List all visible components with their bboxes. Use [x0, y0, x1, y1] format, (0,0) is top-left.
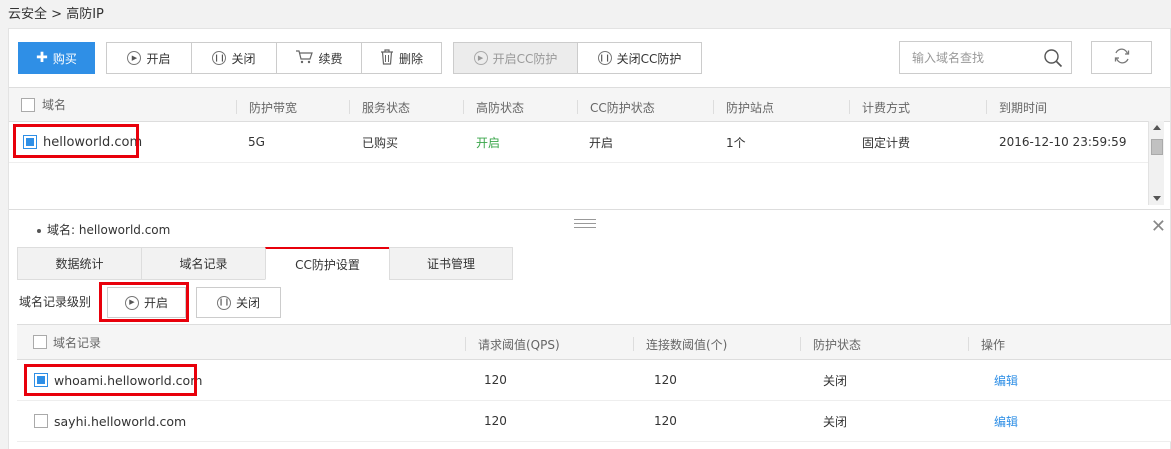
col-record: 域名记录 [53, 335, 102, 350]
record-disable-button[interactable]: ❙❙ 关闭 [196, 287, 281, 318]
tab-domain-records[interactable]: 域名记录 [141, 247, 265, 280]
highlight-record-box [24, 364, 197, 396]
edit-link[interactable]: 编辑 [994, 360, 1018, 400]
refresh-button[interactable] [1091, 41, 1152, 74]
domain-table-scrollbar[interactable] [1148, 121, 1164, 205]
expire-cell: 2016-12-10 23:59:59 [999, 135, 1127, 149]
pause-icon: ❙❙ [212, 51, 227, 65]
scroll-up-icon[interactable] [1153, 125, 1161, 130]
billing-cell: 固定计费 [862, 135, 911, 150]
search-icon[interactable] [1043, 48, 1063, 71]
conn-cell: 120 [654, 414, 677, 428]
enable-cc-button[interactable]: ▶ 开启CC防护 [453, 42, 578, 74]
ddos-status-cell: 开启 [476, 135, 501, 150]
qps-cell: 120 [484, 414, 507, 428]
breadcrumb-separator: > [51, 7, 63, 22]
conn-cell: 120 [654, 373, 677, 387]
scroll-thumb[interactable] [1151, 139, 1163, 155]
highlight-enable-box [99, 282, 189, 322]
col-action: 操作 [968, 337, 1005, 352]
domain-table-header: 域名 防护带宽 服务状态 高防状态 CC防护状态 防护站点 计费方式 到期时间 [9, 87, 1170, 122]
disable-button[interactable]: ❙❙ 关闭 [191, 42, 277, 74]
detail-title: 域名: helloworld.com [37, 221, 170, 238]
renew-button[interactable]: 续费 [276, 42, 362, 74]
breadcrumb-root[interactable]: 云安全 [8, 7, 47, 22]
col-bandwidth: 防护带宽 [236, 100, 297, 115]
bandwidth-cell: 5G [248, 135, 265, 149]
pause-icon: ❙❙ [597, 51, 612, 65]
col-ddos-status: 高防状态 [463, 100, 524, 115]
col-expire: 到期时间 [986, 100, 1047, 115]
col-protect-status: 防护状态 [800, 337, 861, 352]
bullet-icon [37, 228, 41, 233]
col-conn: 连接数阈值(个) [633, 337, 727, 352]
pause-icon: ❙❙ [216, 295, 231, 310]
main-panel: ✚ 购买 ▶ 开启 ❙❙ 关闭 续费 删除 ▶ 开启CC防护 ❙❙ 关闭CC防护… [8, 28, 1171, 449]
close-icon[interactable]: ✕ [1151, 216, 1166, 237]
detail-panel: ✕ 域名: helloworld.com 数据统计 域名记录 CC防护设置 证书… [9, 209, 1171, 449]
search-box [899, 41, 1072, 74]
table-row[interactable]: helloworld.com 5G 已购买 开启 开启 1个 固定计费 2016… [9, 122, 1148, 163]
breadcrumb: 云安全 > 高防IP [8, 3, 104, 22]
toolbar: ✚ 购买 ▶ 开启 ❙❙ 关闭 续费 删除 ▶ 开启CC防护 ❙❙ 关闭CC防护… [9, 29, 1170, 87]
scroll-down-icon[interactable] [1153, 196, 1161, 201]
play-icon: ▶ [127, 51, 142, 65]
enable-button[interactable]: ▶ 开启 [106, 42, 192, 74]
select-all-records-checkbox[interactable] [33, 335, 47, 349]
drag-handle-icon[interactable] [574, 219, 596, 231]
sites-cell: 1个 [726, 135, 746, 150]
row-checkbox[interactable] [34, 414, 48, 428]
highlight-domain-box [13, 124, 139, 158]
col-qps: 请求阈值(QPS) [465, 337, 560, 352]
breadcrumb-current: 高防IP [66, 7, 104, 22]
col-service-status: 服务状态 [349, 100, 410, 115]
buy-button[interactable]: ✚ 购买 [18, 42, 95, 74]
record-cell: sayhi.helloworld.com [54, 413, 187, 429]
cart-icon [295, 49, 314, 67]
table-row[interactable]: sayhi.helloworld.com 120 120 关闭 编辑 [17, 401, 1171, 442]
service-status-cell: 已购买 [362, 135, 399, 150]
select-all-checkbox[interactable] [21, 97, 35, 112]
records-table-header: 域名记录 请求阈值(QPS) 连接数阈值(个) 防护状态 操作 [17, 324, 1171, 360]
cc-status-cell: 开启 [589, 135, 614, 150]
play-icon: ▶ [473, 51, 488, 65]
refresh-icon [1113, 48, 1131, 67]
record-level-label: 域名记录级别 [19, 295, 92, 309]
plus-icon: ✚ [36, 50, 48, 66]
protect-status-cell: 关闭 [823, 373, 848, 388]
search-input[interactable] [900, 42, 1030, 73]
qps-cell: 120 [484, 373, 507, 387]
disable-cc-button[interactable]: ❙❙ 关闭CC防护 [577, 42, 702, 74]
col-billing: 计费方式 [849, 100, 910, 115]
delete-button[interactable]: 删除 [361, 42, 442, 74]
col-cc-status: CC防护状态 [577, 100, 655, 115]
tab-cc-settings[interactable]: CC防护设置 [265, 247, 389, 280]
tab-cert-management[interactable]: 证书管理 [389, 247, 513, 280]
trash-icon [380, 48, 394, 68]
edit-link[interactable]: 编辑 [994, 401, 1018, 441]
protect-status-cell: 关闭 [823, 414, 848, 429]
tab-data-stats[interactable]: 数据统计 [17, 247, 141, 280]
col-sites: 防护站点 [713, 100, 774, 115]
col-domain: 域名 [42, 98, 67, 112]
detail-tabs: 数据统计 域名记录 CC防护设置 证书管理 [17, 247, 513, 281]
